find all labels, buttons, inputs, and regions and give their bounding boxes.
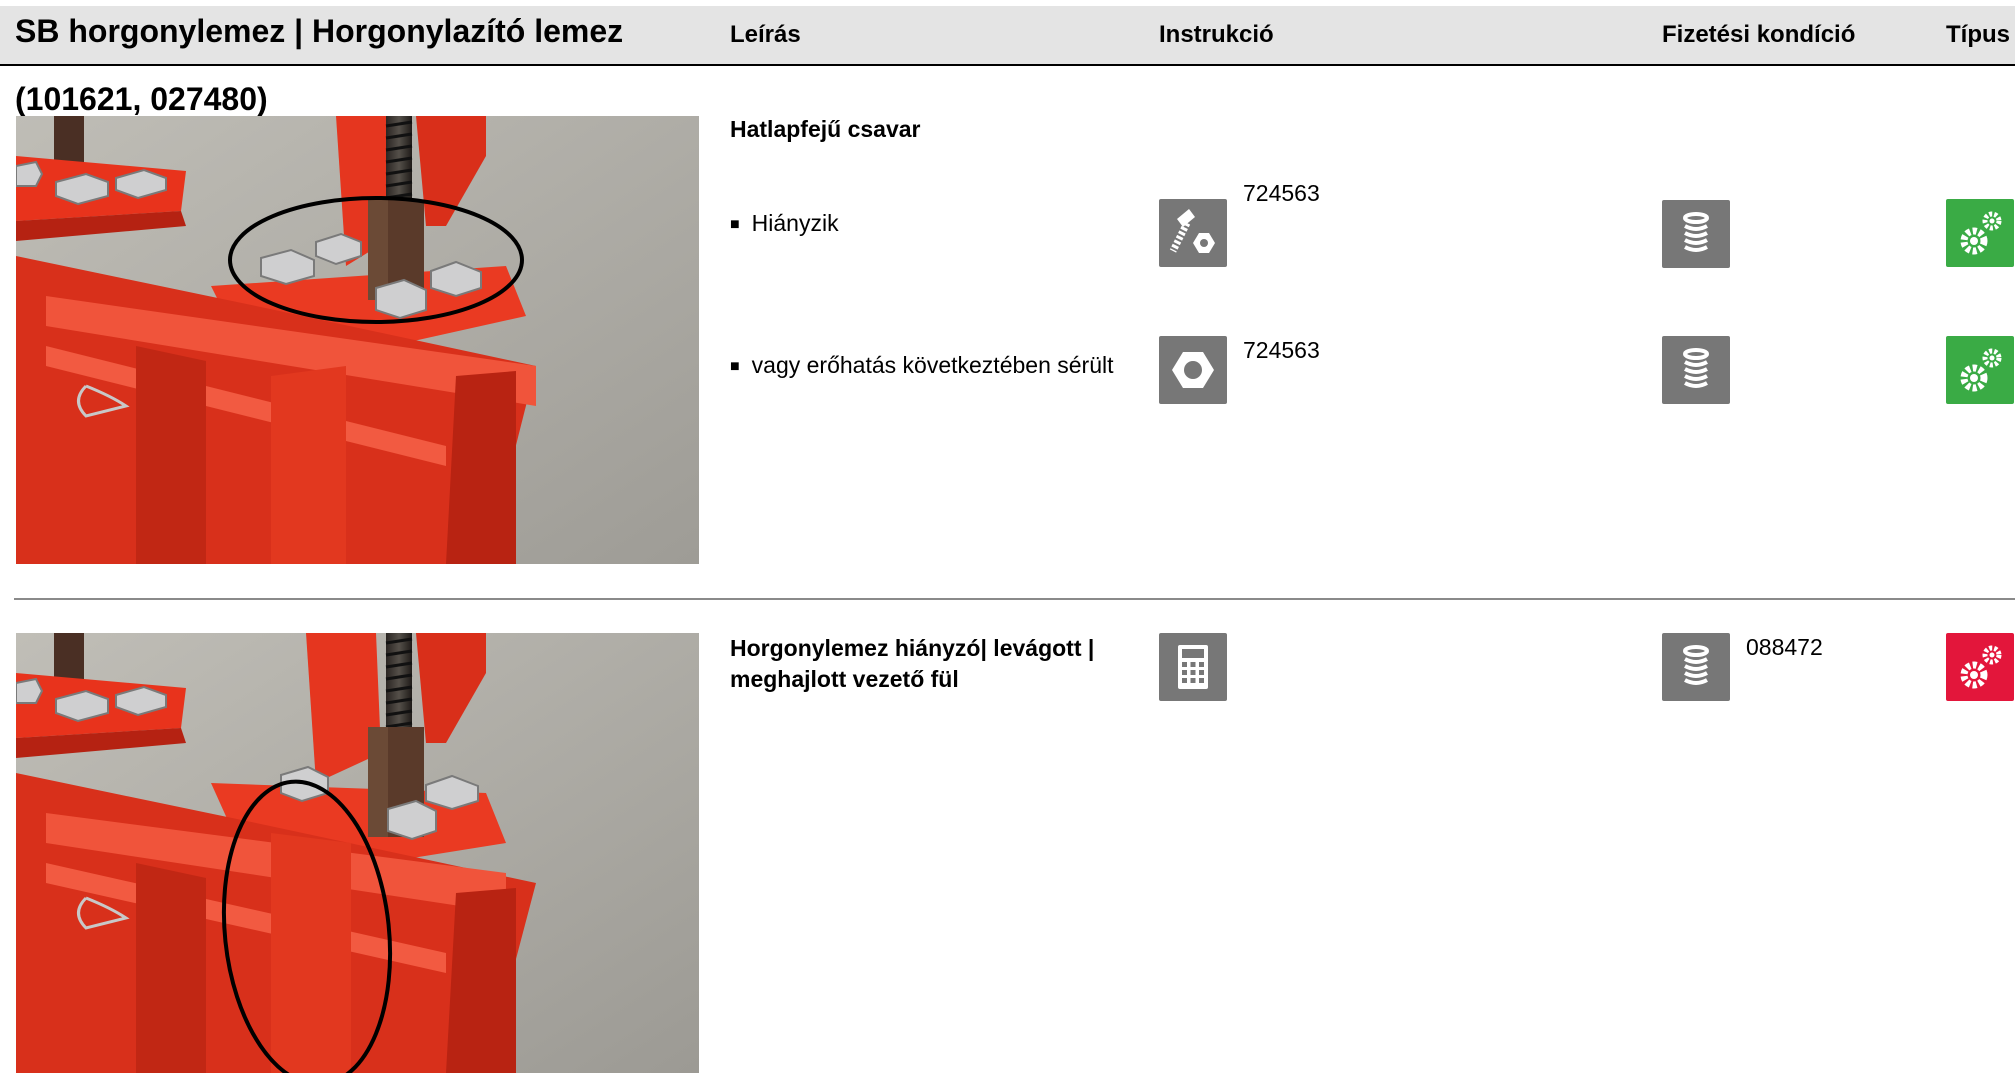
section-title-hex-bolt: Hatlapfejű csavar — [730, 116, 921, 142]
coin-stack-icon[interactable] — [1662, 336, 1730, 404]
header-divider — [0, 64, 2015, 66]
column-header-instruction: Instrukció — [1159, 21, 1274, 48]
bullet-square-icon: ■ — [730, 358, 740, 375]
section-divider — [14, 598, 2015, 600]
gears-icon[interactable] — [1946, 633, 2014, 701]
section-title-anchor-plate-line2: meghajlott vezető fül — [730, 666, 959, 692]
bullet-missing: ■ Hiányzik — [730, 208, 839, 240]
bullet-damaged: ■ vagy erőhatás következtében sérült — [730, 350, 1114, 382]
column-header-payment: Fizetési kondíció — [1662, 21, 1856, 48]
coin-stack-icon[interactable] — [1662, 633, 1730, 701]
instruction-code-2: 724563 — [1243, 337, 1320, 363]
gears-icon[interactable] — [1946, 336, 2014, 404]
photo-anchor-plate-tab — [16, 633, 699, 1073]
instruction-code-1: 724563 — [1243, 180, 1320, 206]
bullet-missing-label: Hiányzik — [751, 210, 839, 236]
column-header-type: Típus — [1946, 21, 2010, 48]
coin-stack-icon[interactable] — [1662, 200, 1730, 268]
page-title: SB horgonylemez | Horgonylazító lemez — [15, 13, 624, 49]
hex-nut-icon[interactable] — [1159, 336, 1227, 404]
bullet-square-icon: ■ — [730, 216, 740, 233]
payment-code: 088472 — [1746, 634, 1823, 660]
gears-icon[interactable] — [1946, 199, 2014, 267]
column-header-description: Leírás — [730, 21, 801, 48]
bullet-damaged-label: vagy erőhatás következtében sérült — [751, 352, 1114, 378]
part-numbers: (101621, 027480) — [15, 81, 268, 117]
bolt-and-nut-icon[interactable] — [1159, 199, 1227, 267]
section-title-anchor-plate-line1: Horgonylemez hiányzó| levágott | — [730, 635, 1095, 661]
photo-anchor-plate-bolts — [16, 116, 699, 564]
calculator-icon[interactable] — [1159, 633, 1227, 701]
